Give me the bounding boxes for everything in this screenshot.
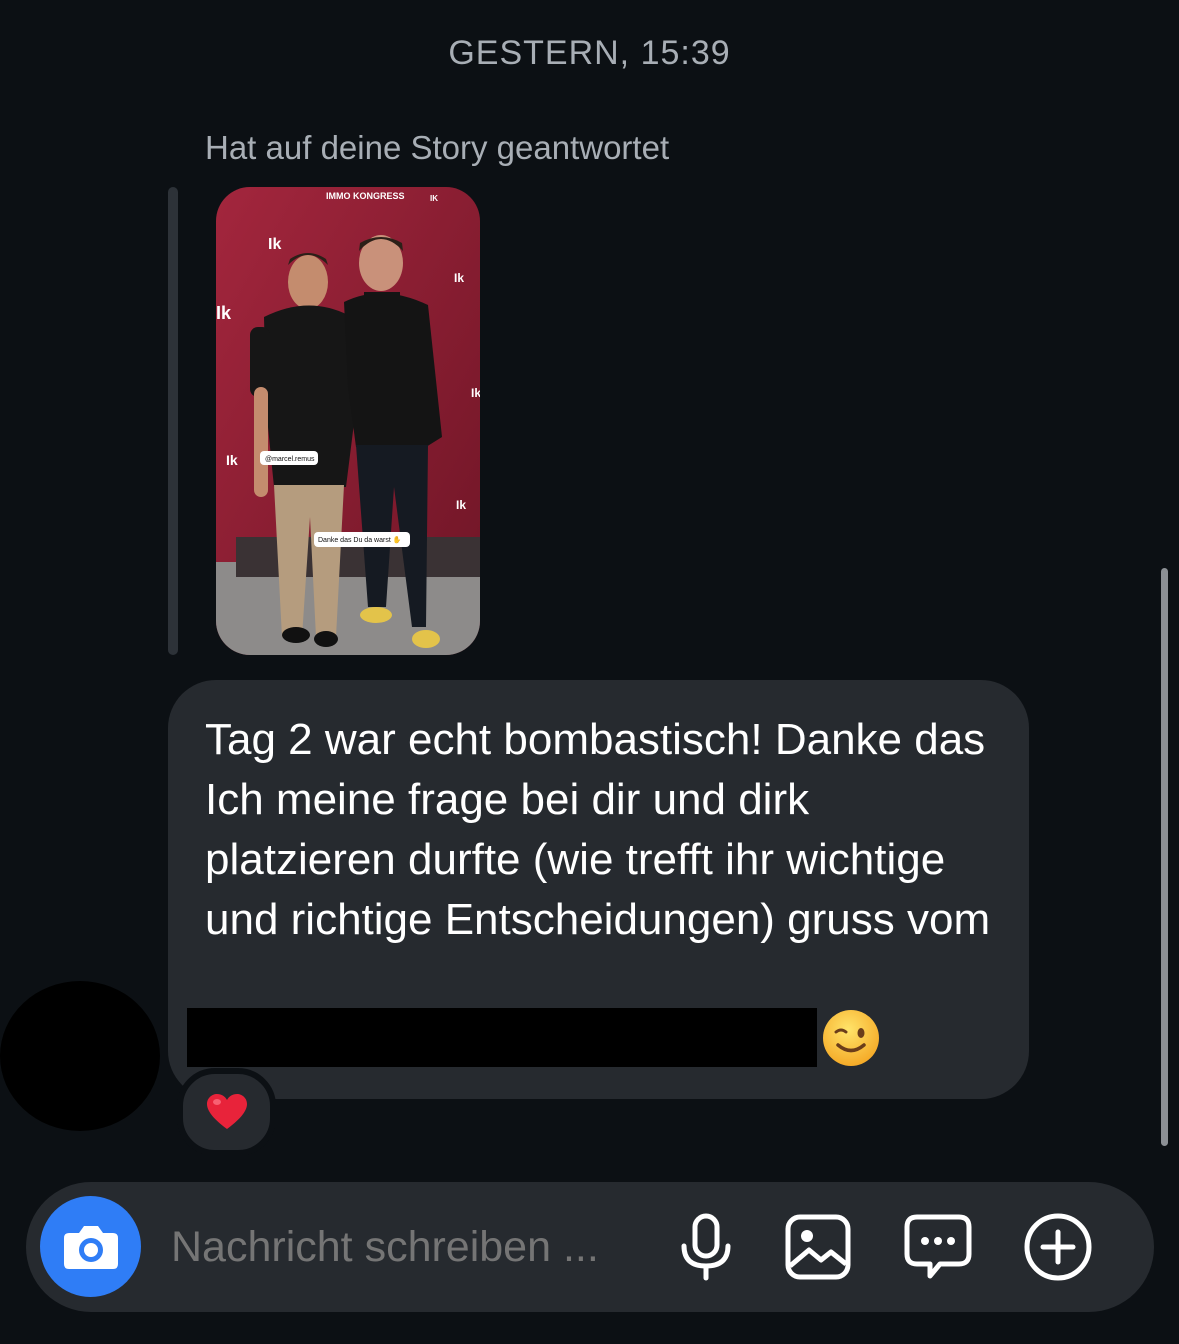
svg-text:Ik: Ik xyxy=(268,236,281,253)
svg-text:Ik: Ik xyxy=(456,498,466,512)
svg-text:Ik: Ik xyxy=(226,452,238,468)
heart-reaction[interactable] xyxy=(177,1068,276,1156)
sticker-chat-icon xyxy=(904,1214,972,1279)
sticker-chat-button[interactable] xyxy=(903,1212,973,1282)
story-image: IMMO KONGRESS IK Ik Ik Ik Ik Ik Ik Ik xyxy=(216,187,480,655)
story-sticker-caption: Danke das Du da warst ✋ xyxy=(318,535,401,544)
plus-button[interactable] xyxy=(1023,1212,1093,1282)
message-text: Tag 2 war echt bombastisch! Danke das Ic… xyxy=(205,715,991,944)
svg-text:Ik: Ik xyxy=(454,271,464,285)
story-thumbnail[interactable]: IMMO KONGRESS IK Ik Ik Ik Ik Ik Ik Ik xyxy=(216,187,480,655)
scrollbar[interactable] xyxy=(1161,568,1168,1146)
message-composer xyxy=(26,1182,1154,1312)
svg-text:IK: IK xyxy=(430,194,438,203)
redacted-text xyxy=(187,1008,817,1067)
camera-button[interactable] xyxy=(40,1196,141,1297)
message-input[interactable] xyxy=(169,1222,653,1273)
story-reply-note: Hat auf deine Story geantwortet xyxy=(205,129,670,166)
svg-text:Ik: Ik xyxy=(216,303,232,323)
microphone-button[interactable] xyxy=(671,1212,741,1282)
gallery-button[interactable] xyxy=(783,1212,853,1282)
story-banner-text: IMMO KONGRESS xyxy=(326,191,405,201)
message-bubble[interactable]: Tag 2 war echt bombastisch! Danke das Ic… xyxy=(168,680,1029,1099)
heart-icon xyxy=(206,1094,247,1129)
gallery-icon xyxy=(785,1214,851,1280)
story-sticker-mention: @marcel.remus xyxy=(265,456,315,463)
camera-icon xyxy=(63,1225,118,1269)
wink-emoji-icon xyxy=(822,1009,880,1067)
thread-timestamp: GESTERN, 15:39 xyxy=(448,34,731,72)
svg-text:Ik: Ik xyxy=(471,386,480,400)
microphone-icon xyxy=(681,1213,731,1281)
story-reply-indicator xyxy=(168,187,178,655)
sender-avatar[interactable] xyxy=(0,981,160,1131)
plus-icon xyxy=(1024,1213,1092,1281)
